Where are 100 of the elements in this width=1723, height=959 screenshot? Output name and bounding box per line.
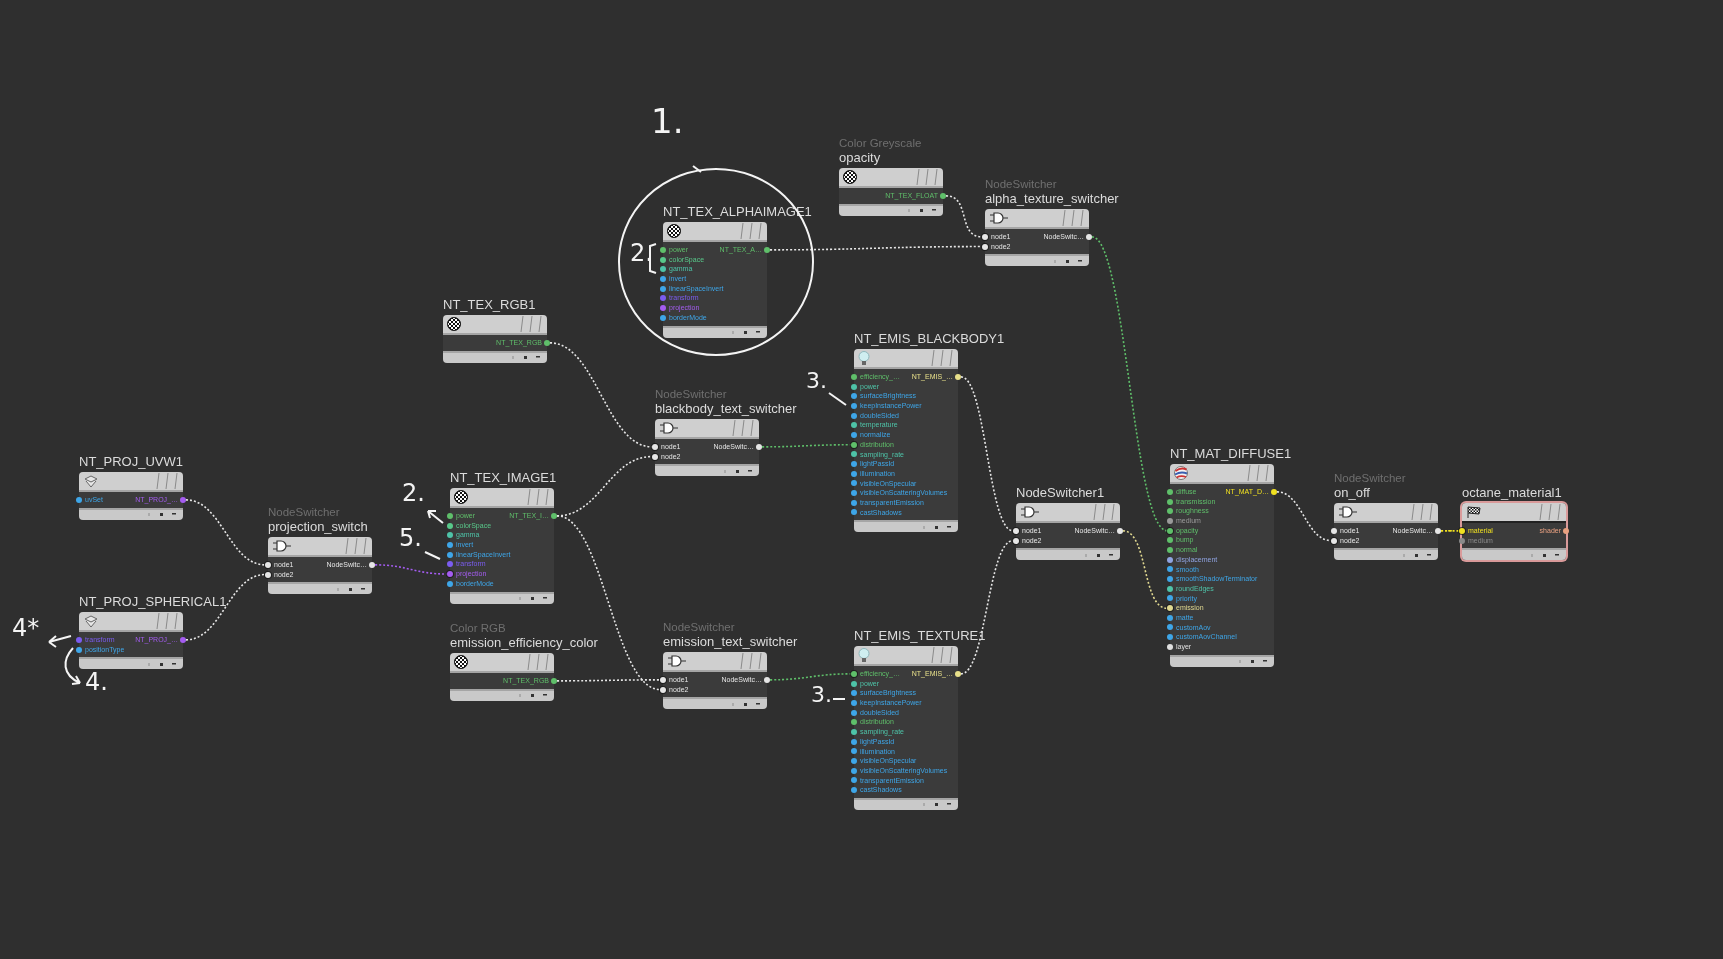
input-port[interactable]: [1013, 527, 1019, 534]
input-port[interactable]: [851, 412, 857, 419]
input-port[interactable]: [660, 686, 666, 693]
input-port[interactable]: [851, 719, 857, 726]
footer-marks-icon[interactable]: [518, 693, 548, 699]
input-port[interactable]: [851, 699, 857, 706]
input-port[interactable]: [1167, 566, 1173, 573]
input-port[interactable]: [1167, 527, 1173, 534]
input-port[interactable]: [851, 373, 857, 380]
output-port[interactable]: [544, 339, 550, 346]
input-port[interactable]: [851, 461, 857, 468]
input-port[interactable]: [660, 285, 666, 292]
input-port[interactable]: [1167, 605, 1173, 612]
input-port[interactable]: [1167, 643, 1173, 650]
input-port[interactable]: [851, 690, 857, 697]
footer-marks-icon[interactable]: [1238, 659, 1268, 665]
output-port[interactable]: [551, 512, 557, 519]
input-port[interactable]: [447, 570, 453, 577]
input-port[interactable]: [660, 266, 666, 273]
input-port[interactable]: [851, 490, 857, 497]
output-port[interactable]: [369, 561, 375, 568]
input-port[interactable]: [851, 480, 857, 487]
node-card[interactable]: [854, 646, 958, 810]
input-port[interactable]: [76, 636, 82, 643]
input-port[interactable]: [851, 758, 857, 765]
input-port[interactable]: [447, 541, 453, 548]
input-port[interactable]: [660, 676, 666, 683]
input-port[interactable]: [1167, 498, 1173, 505]
input-port[interactable]: [1013, 537, 1019, 544]
input-port[interactable]: [851, 767, 857, 774]
output-port[interactable]: [764, 246, 770, 253]
input-port[interactable]: [660, 295, 666, 302]
input-port[interactable]: [660, 256, 666, 263]
input-port[interactable]: [1167, 576, 1173, 583]
output-port[interactable]: [955, 373, 961, 380]
input-port[interactable]: [1167, 585, 1173, 592]
output-port[interactable]: [764, 676, 770, 683]
footer-marks-icon[interactable]: [147, 661, 177, 667]
input-port[interactable]: [652, 443, 658, 450]
input-port[interactable]: [1331, 537, 1337, 544]
input-port[interactable]: [1167, 624, 1173, 631]
footer-marks-icon[interactable]: [1530, 552, 1560, 558]
footer-marks-icon[interactable]: [731, 701, 761, 707]
footer-marks-icon[interactable]: [147, 512, 177, 518]
input-port[interactable]: [1459, 527, 1465, 534]
input-port[interactable]: [851, 499, 857, 506]
output-port[interactable]: [1563, 527, 1569, 534]
input-port[interactable]: [851, 383, 857, 390]
footer-marks-icon[interactable]: [1053, 258, 1083, 264]
input-port[interactable]: [447, 522, 453, 529]
input-port[interactable]: [76, 646, 82, 653]
node-card[interactable]: [854, 349, 958, 533]
footer-marks-icon[interactable]: [1402, 552, 1432, 558]
input-port[interactable]: [851, 441, 857, 448]
input-port[interactable]: [1167, 488, 1173, 495]
footer-marks-icon[interactable]: [922, 524, 952, 530]
input-port[interactable]: [660, 304, 666, 311]
input-port[interactable]: [447, 561, 453, 568]
input-port[interactable]: [851, 509, 857, 516]
output-port[interactable]: [940, 192, 946, 199]
input-port[interactable]: [1167, 634, 1173, 641]
output-port[interactable]: [756, 443, 762, 450]
input-port[interactable]: [1167, 556, 1173, 563]
input-port[interactable]: [447, 580, 453, 587]
input-port[interactable]: [851, 728, 857, 735]
input-port[interactable]: [851, 670, 857, 677]
input-port[interactable]: [851, 422, 857, 429]
input-port[interactable]: [265, 561, 271, 568]
input-port[interactable]: [660, 314, 666, 321]
input-port[interactable]: [652, 453, 658, 460]
input-port[interactable]: [447, 532, 453, 539]
footer-marks-icon[interactable]: [518, 596, 548, 601]
input-port[interactable]: [1459, 537, 1465, 544]
input-port[interactable]: [851, 777, 857, 784]
footer-marks-icon[interactable]: [1084, 552, 1114, 558]
input-port[interactable]: [851, 787, 857, 794]
input-port[interactable]: [982, 233, 988, 240]
input-port[interactable]: [660, 246, 666, 253]
input-port[interactable]: [851, 709, 857, 716]
output-port[interactable]: [1086, 233, 1092, 240]
output-port[interactable]: [1117, 527, 1123, 534]
input-port[interactable]: [1167, 614, 1173, 621]
input-port[interactable]: [851, 748, 857, 755]
footer-marks-icon[interactable]: [907, 208, 937, 214]
input-port[interactable]: [76, 496, 82, 503]
output-port[interactable]: [1271, 488, 1277, 495]
input-port[interactable]: [1167, 595, 1173, 602]
footer-marks-icon[interactable]: [723, 468, 753, 474]
input-port[interactable]: [1331, 527, 1337, 534]
input-port[interactable]: [447, 551, 453, 558]
input-port[interactable]: [1167, 508, 1173, 515]
input-port[interactable]: [1167, 546, 1173, 553]
output-port[interactable]: [955, 670, 961, 677]
input-port[interactable]: [851, 402, 857, 409]
output-port[interactable]: [1435, 527, 1441, 534]
input-port[interactable]: [851, 431, 857, 438]
input-port[interactable]: [851, 680, 857, 687]
footer-marks-icon[interactable]: [336, 586, 366, 592]
footer-marks-icon[interactable]: [731, 330, 761, 335]
input-port[interactable]: [851, 738, 857, 745]
